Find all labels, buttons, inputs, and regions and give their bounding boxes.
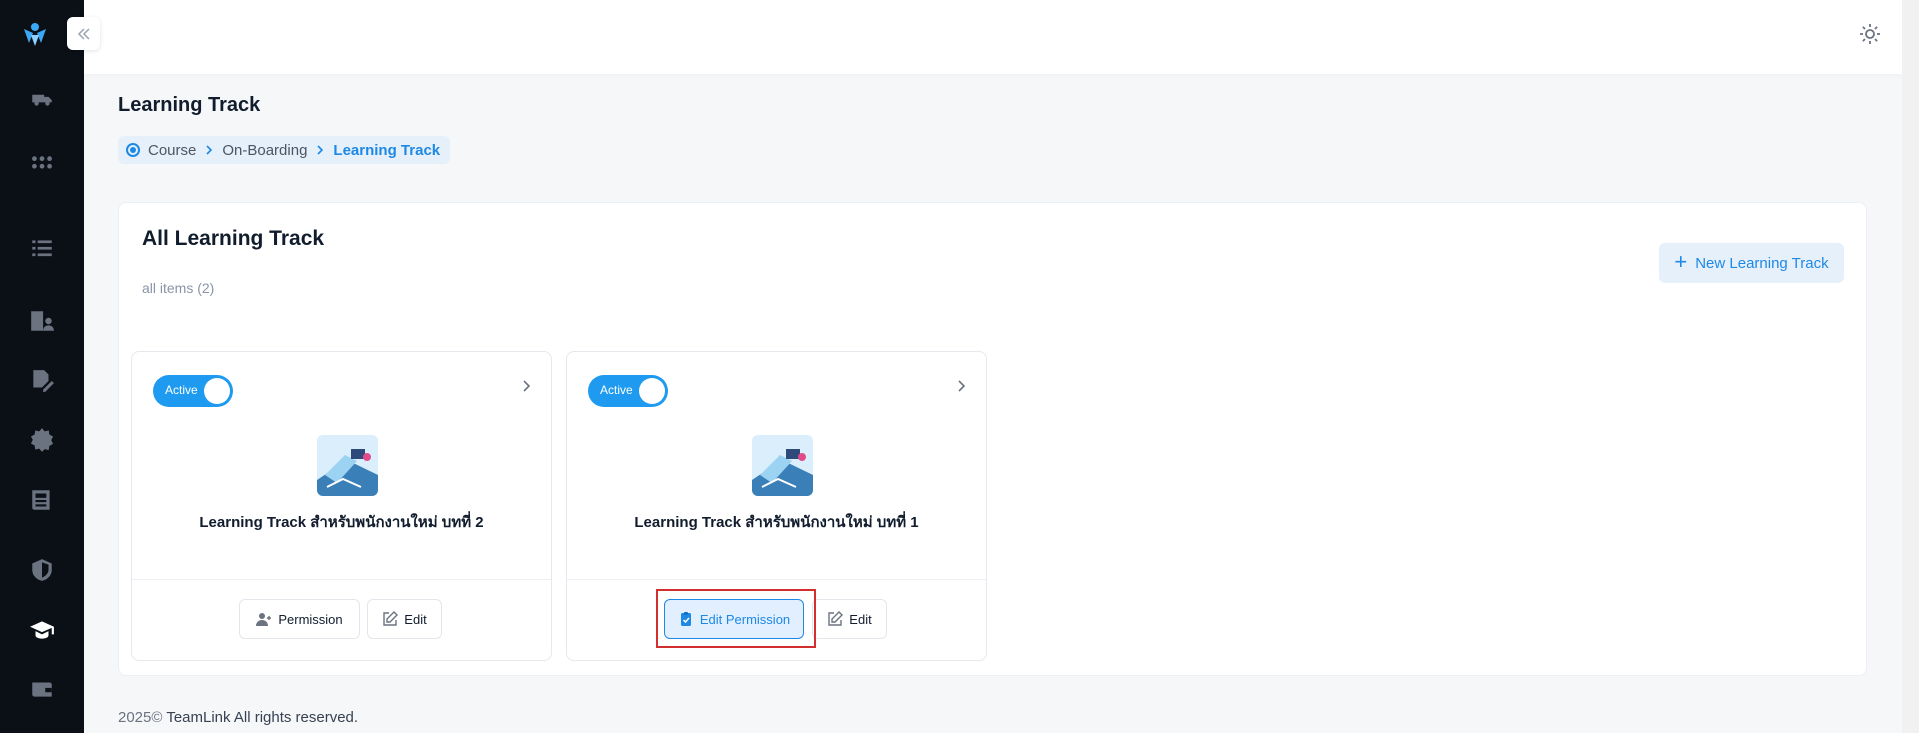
graduation-cap-icon[interactable] [26,614,58,646]
footer-year: 2025© [118,709,163,726]
truck-icon[interactable] [26,82,58,114]
edit-button[interactable]: Edit [812,599,887,639]
wallet-icon[interactable] [26,673,58,705]
edit-permission-label: Edit Permission [699,611,791,627]
track-thumbnail [752,435,813,496]
new-learning-track-button[interactable]: + New Learning Track [1659,243,1844,283]
page-title: Learning Track [118,94,261,116]
collapse-sidebar-button[interactable] [67,17,100,50]
shield-icon[interactable] [26,554,58,586]
add-user-icon [256,613,272,626]
footer: 2025© TeamLink All rights reserved. [118,709,358,726]
active-toggle[interactable]: Active [153,375,233,407]
active-toggle[interactable]: Active [588,375,668,407]
sun-icon[interactable] [1858,22,1882,46]
sidebar [0,0,84,733]
toggle-label: Active [165,383,198,397]
edit-icon [383,611,399,626]
scrollbar[interactable] [1902,0,1919,733]
chevron-right-icon [317,145,324,155]
new-learning-track-label: New Learning Track [1695,254,1829,272]
learning-track-panel: All Learning Track all items (2) + New L… [118,202,1867,676]
edit-icon [828,611,844,626]
edit-label: Edit [849,611,872,627]
breadcrumb-item-course[interactable]: Course [148,142,196,159]
toggle-knob [639,378,665,404]
track-card[interactable]: Active Learning Track สำหรับพนักงานใหม่ … [131,351,552,661]
permission-label: Permission [278,611,343,627]
plus-icon: + [1674,249,1688,274]
newspaper-icon[interactable] [26,484,58,516]
divider [567,579,986,580]
track-thumbnail [317,435,378,496]
breadcrumb-item-current: Learning Track [333,141,441,159]
chevron-right-icon [206,145,213,155]
apps-grid-icon[interactable] [26,147,58,179]
target-icon [126,143,140,157]
building-user-icon[interactable] [26,305,58,337]
list-icon[interactable] [26,232,58,264]
clipboard-check-icon [680,612,691,626]
edit-document-icon[interactable] [26,365,58,397]
top-header [84,0,1919,74]
divider [132,579,551,580]
permission-button[interactable]: Permission [239,599,360,639]
breadcrumb-item-onboarding[interactable]: On-Boarding [222,142,307,159]
footer-text: TeamLink All rights reserved. [162,709,359,726]
panel-title: All Learning Track [142,227,325,250]
track-name: Learning Track สำหรับพนักงานใหม่ บทที่ 2 [199,514,484,531]
chevron-right-icon[interactable] [518,378,534,394]
toggle-label: Active [600,383,633,397]
item-count: all items (2) [142,280,215,296]
app-logo[interactable] [20,19,50,49]
badge-icon[interactable] [26,424,58,456]
track-card[interactable]: Active Learning Track สำหรับพนักงานใหม่ … [566,351,987,661]
toggle-knob [204,378,230,404]
edit-label: Edit [404,611,427,627]
edit-button[interactable]: Edit [367,599,442,639]
breadcrumb: Course On-Boarding Learning Track [118,136,451,164]
track-name: Learning Track สำหรับพนักงานใหม่ บทที่ 1 [634,514,919,531]
double-chevron-left-icon [77,27,90,40]
chevron-right-icon[interactable] [953,378,969,394]
edit-permission-button[interactable]: Edit Permission [664,599,804,639]
